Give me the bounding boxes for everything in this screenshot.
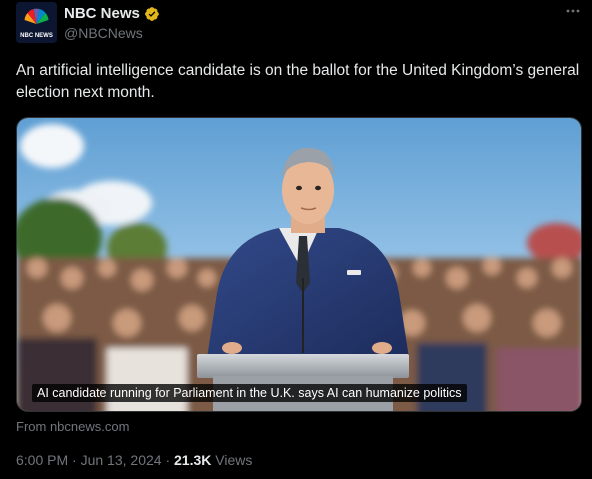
meta-separator: · [72, 452, 77, 468]
avatar[interactable]: NBC NEWS [16, 2, 57, 43]
media-image [17, 118, 581, 411]
account-name-text: NBC News [64, 5, 140, 22]
account-name[interactable]: NBC News [64, 5, 160, 22]
media-caption: AI candidate running for Parliament in t… [32, 384, 467, 402]
nbc-peacock-logo-icon: NBC NEWS [16, 2, 57, 43]
source-link[interactable]: From nbcnews.com [16, 419, 129, 434]
svg-text:NBC NEWS: NBC NEWS [20, 33, 53, 39]
account-handle[interactable]: @NBCNews [64, 25, 143, 41]
tweet-date[interactable]: Jun 13, 2024 [81, 452, 162, 468]
verified-badge-icon [144, 6, 159, 21]
tweet-metadata: 6:00 PM · Jun 13, 2024 · 21.3K Views [16, 452, 252, 468]
tweet-time[interactable]: 6:00 PM [16, 452, 68, 468]
tweet-text: An artificial intelligence candidate is … [16, 62, 580, 101]
views-label: Views [215, 452, 253, 468]
tweet-media[interactable]: AI candidate running for Parliament in t… [16, 117, 582, 412]
views-count: 21.3K [174, 452, 212, 468]
more-options-icon[interactable] [564, 2, 582, 24]
tweet-header: NBC NEWS NBC News @NBCNews [16, 2, 584, 46]
meta-separator-2: · [165, 452, 171, 468]
